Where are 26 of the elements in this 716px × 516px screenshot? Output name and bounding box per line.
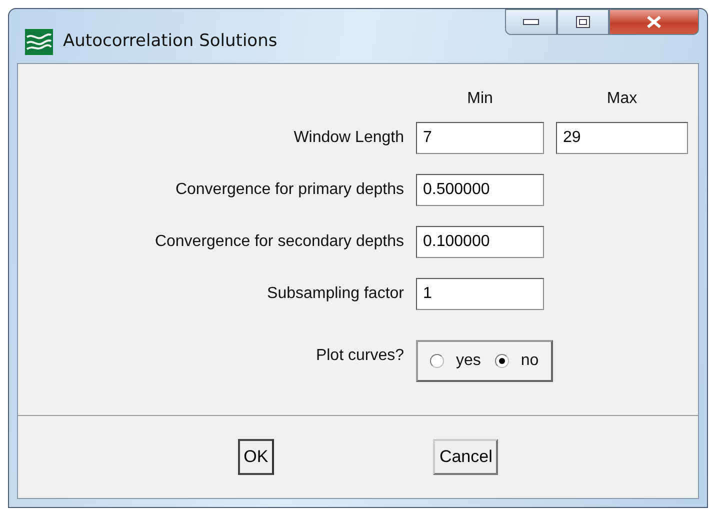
min-input-field[interactable]: 7 xyxy=(416,122,544,154)
maximize-icon xyxy=(576,16,590,28)
max-input-field[interactable]: 29 xyxy=(556,122,688,154)
close-button[interactable] xyxy=(609,9,699,35)
input-field[interactable]: 1 xyxy=(416,278,544,310)
radio-button[interactable] xyxy=(430,354,444,368)
field-label: Window Length xyxy=(292,129,404,147)
field-label: Subsampling factor xyxy=(266,285,404,303)
maximize-button[interactable] xyxy=(557,9,609,35)
dialog-button[interactable]: Cancel xyxy=(433,439,498,475)
minimize-button[interactable] xyxy=(505,9,557,35)
column-header: Min xyxy=(466,90,494,108)
column-header: Max xyxy=(606,90,638,108)
radio-label: yes xyxy=(456,352,481,370)
input-field[interactable]: 0.500000 xyxy=(416,174,544,206)
window-title: Autocorrelation Solutions xyxy=(63,30,278,53)
app-logo-icon xyxy=(25,29,53,55)
close-icon xyxy=(646,15,662,29)
field-label: Convergence for primary depths xyxy=(174,181,404,199)
input-field[interactable]: 0.100000 xyxy=(416,226,544,258)
minimize-icon xyxy=(523,19,539,25)
field-label: Convergence for secondary depths xyxy=(154,233,404,251)
radio-label: no xyxy=(520,352,539,370)
field-label: Plot curves? xyxy=(314,347,404,365)
radio-button[interactable] xyxy=(494,354,509,368)
dialog-button[interactable]: OK xyxy=(238,439,274,475)
